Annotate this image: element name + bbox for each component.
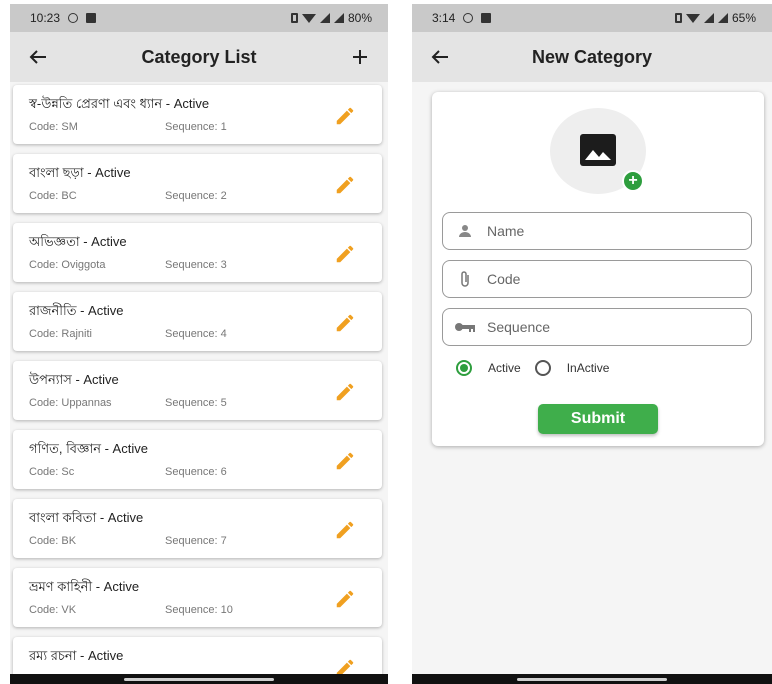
key-icon <box>455 323 475 332</box>
back-arrow-icon <box>29 50 46 64</box>
app-bar: New Category <box>412 32 772 82</box>
category-code: Code: Sc <box>29 466 75 478</box>
category-sequence: Sequence: 5 <box>165 397 227 409</box>
category-title: উপন্যাস - Active <box>29 372 119 387</box>
category-code: Code: VK <box>29 604 77 616</box>
person-icon <box>459 225 471 237</box>
category-title: বাংলা কবিতা - Active <box>29 510 144 525</box>
notification-image-icon <box>86 13 97 23</box>
category-title: অভিজ্ঞতা - Active <box>29 234 127 249</box>
inactive-radio-label: InActive <box>566 361 610 375</box>
category-sequence: Sequence: 6 <box>165 466 227 478</box>
category-card[interactable]: গণিত, বিজ্ঞান - Active Code: Sc Sequence:… <box>13 430 382 489</box>
code-input[interactable] <box>487 261 751 297</box>
category-list: স্ব-উন্নতি প্রেরণা এবং ধ্যান - Active Co… <box>10 82 388 684</box>
active-radio[interactable] <box>456 360 472 376</box>
category-card[interactable]: রাজনীতি - Active Code: Rajniti Sequence: … <box>13 292 382 351</box>
category-sequence: Sequence: 10 <box>165 604 233 616</box>
page-title: New Category <box>531 46 653 67</box>
vibrate-icon <box>290 13 298 23</box>
category-sequence: Sequence: 2 <box>165 190 227 202</box>
category-card[interactable]: বাংলা ছড়া - Active Code: BC Sequence: 2 <box>13 154 382 213</box>
inactive-radio[interactable] <box>534 360 551 376</box>
category-code: Code: BK <box>29 535 77 547</box>
wifi-icon <box>685 13 700 23</box>
category-code: Code: SM <box>29 121 78 133</box>
back-button[interactable] <box>426 43 454 71</box>
notification-circle-icon <box>68 13 79 23</box>
category-title: বাংলা ছড়া - Active <box>29 165 131 180</box>
category-card[interactable]: উপন্যাস - Active Code: Uppannas Sequence:… <box>13 361 382 420</box>
category-code: Code: BC <box>29 190 77 202</box>
new-category-form: + Active InActive Submit <box>432 92 764 446</box>
pencil-icon[interactable] <box>334 312 356 334</box>
pencil-icon[interactable] <box>334 243 356 265</box>
category-code: Code: Oviggota <box>29 259 106 271</box>
category-sequence: Sequence: 3 <box>165 259 227 271</box>
category-card[interactable]: স্ব-উন্নতি প্রেরণা এবং ধ্যান - Active Co… <box>13 85 382 144</box>
image-picker[interactable]: + <box>550 108 646 194</box>
pencil-icon[interactable] <box>334 105 356 127</box>
status-time: 3:14 <box>432 11 456 25</box>
signal-icon <box>703 13 714 23</box>
battery-percent: 80% <box>347 11 372 25</box>
category-card[interactable]: অভিজ্ঞতা - Active Code: Oviggota Sequence… <box>13 223 382 282</box>
signal-icon <box>717 13 728 23</box>
pencil-icon[interactable] <box>334 174 356 196</box>
category-card[interactable]: ভ্রমণ কাহিনী - Active Code: VK Sequence: … <box>13 568 382 627</box>
gesture-nav-bar <box>10 674 388 684</box>
name-field[interactable] <box>442 212 752 250</box>
category-title: গণিত, বিজ্ঞান - Active <box>29 441 148 456</box>
wifi-icon <box>301 13 316 23</box>
battery-percent: 65% <box>731 11 756 25</box>
category-card[interactable]: বাংলা কবিতা - Active Code: BK Sequence: 7 <box>13 499 382 558</box>
notification-circle-icon <box>463 13 474 23</box>
pencil-icon[interactable] <box>334 588 356 610</box>
image-icon <box>580 134 616 166</box>
add-category-button[interactable] <box>346 43 374 71</box>
category-sequence: Sequence: 4 <box>165 328 227 340</box>
category-list-screen: 10:23 80% Category List স্ব-উন্নতি প্রের… <box>10 4 388 684</box>
submit-button[interactable]: Submit <box>538 404 658 434</box>
home-indicator[interactable] <box>517 678 667 681</box>
plus-icon <box>353 50 367 64</box>
name-input[interactable] <box>487 213 751 249</box>
sequence-field[interactable] <box>442 308 752 346</box>
signal-icon <box>333 13 344 23</box>
app-bar: Category List <box>10 32 388 82</box>
category-title: রম্য রচনা - Active <box>29 648 124 663</box>
category-title: ভ্রমণ কাহিনী - Active <box>29 579 140 594</box>
back-button[interactable] <box>24 43 52 71</box>
paperclip-icon <box>461 271 469 287</box>
status-time: 10:23 <box>30 11 61 25</box>
status-radio-group: Active InActive <box>456 360 623 376</box>
category-title: স্ব-উন্নতি প্রেরণা এবং ধ্যান - Active <box>29 96 210 111</box>
category-sequence: Sequence: 1 <box>165 121 227 133</box>
active-radio-label: Active <box>488 361 521 375</box>
pencil-icon[interactable] <box>334 450 356 472</box>
back-arrow-icon <box>431 50 448 64</box>
pencil-icon[interactable] <box>334 381 356 403</box>
vibrate-icon <box>674 13 682 23</box>
pencil-icon[interactable] <box>334 519 356 541</box>
notification-image-icon <box>481 13 492 23</box>
gesture-nav-bar <box>412 674 772 684</box>
code-field[interactable] <box>442 260 752 298</box>
category-code: Code: Uppannas <box>29 397 112 409</box>
sequence-input[interactable] <box>487 309 751 345</box>
page-title: Category List <box>141 46 257 67</box>
add-image-icon[interactable]: + <box>622 170 644 192</box>
status-bar: 10:23 80% <box>10 4 388 32</box>
category-title: রাজনীতি - Active <box>29 303 124 318</box>
category-code: Code: Rajniti <box>29 328 92 340</box>
signal-icon <box>319 13 330 23</box>
new-category-screen: 3:14 65% New Category + Name Code Sequen… <box>412 4 772 684</box>
home-indicator[interactable] <box>124 678 274 681</box>
status-bar: 3:14 65% <box>412 4 772 32</box>
category-sequence: Sequence: 7 <box>165 535 227 547</box>
